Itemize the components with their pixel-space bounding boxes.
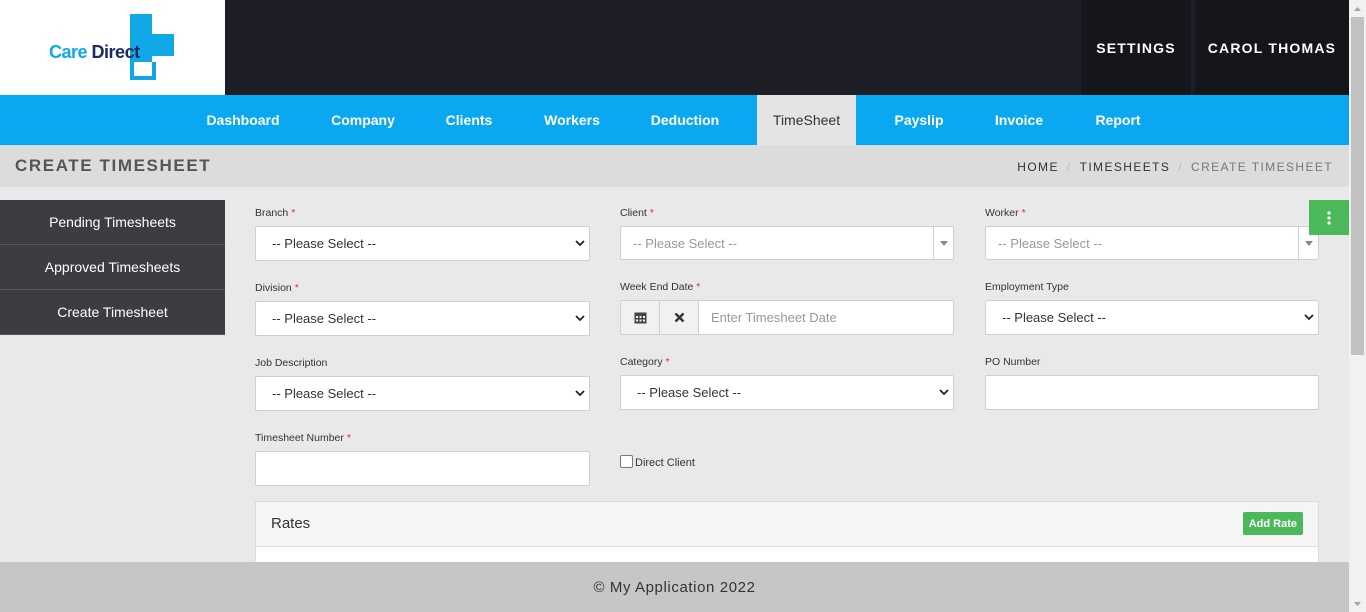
- breadcrumb-separator: /: [1178, 160, 1184, 174]
- settings-label: SETTINGS: [1096, 39, 1176, 56]
- chevron-down-icon: [1304, 314, 1314, 321]
- main-nav: Dashboard Company Clients Workers Deduct…: [0, 95, 1349, 145]
- page-title-bar: CREATE TIMESHEET HOME / TIMESHEETS / CRE…: [0, 145, 1349, 187]
- breadcrumb-separator: /: [1066, 160, 1072, 174]
- top-header: Care Direct SETTINGS CAROL THOMAS: [0, 0, 1349, 95]
- breadcrumb-home[interactable]: HOME: [1017, 160, 1059, 174]
- side-menu: Pending Timesheets Approved Timesheets C…: [0, 200, 225, 335]
- page-title: CREATE TIMESHEET: [15, 156, 212, 175]
- breadcrumb: HOME / TIMESHEETS / CREATE TIMESHEET: [1017, 160, 1333, 174]
- add-rate-button[interactable]: Add Rate: [1242, 512, 1303, 535]
- rates-panel-header: Rates Add Rate: [256, 502, 1318, 547]
- week-end-date-label: Week End Date *: [620, 281, 701, 293]
- job-description-select[interactable]: -- Please Select --: [255, 376, 590, 411]
- nav-company[interactable]: Company: [318, 95, 408, 145]
- footer-copyright: © My Application 2022: [593, 578, 756, 596]
- timesheet-number-label: Timesheet Number *: [255, 432, 351, 444]
- breadcrumb-current: CREATE TIMESHEET: [1191, 160, 1333, 174]
- branch-select[interactable]: -- Please Select --: [255, 226, 590, 261]
- user-menu[interactable]: CAROL THOMAS: [1195, 0, 1349, 95]
- employment-type-select[interactable]: -- Please Select --: [985, 300, 1319, 335]
- side-item-create-timesheet[interactable]: Create Timesheet: [0, 290, 225, 335]
- rates-title: Rates: [271, 515, 311, 532]
- division-label: Division *: [255, 282, 299, 294]
- worker-select[interactable]: -- Please Select --: [985, 226, 1319, 260]
- chevron-down-icon: [575, 240, 585, 247]
- logo-text: Care Direct: [49, 42, 140, 62]
- division-select[interactable]: -- Please Select --: [255, 301, 590, 336]
- calendar-button[interactable]: [620, 300, 660, 335]
- po-number-label: PO Number: [985, 356, 1041, 368]
- chevron-down-icon: [575, 315, 585, 322]
- rates-panel: Rates Add Rate: [255, 501, 1319, 571]
- branch-label: Branch *: [255, 207, 296, 219]
- dropdown-arrow-icon: [933, 227, 953, 259]
- scroll-up-icon[interactable]: [1349, 0, 1366, 17]
- worker-label: Worker *: [985, 207, 1026, 219]
- close-icon: [674, 312, 684, 323]
- job-description-label: Job Description: [255, 357, 328, 369]
- nav-workers[interactable]: Workers: [530, 95, 614, 145]
- timesheet-number-input[interactable]: [255, 451, 590, 486]
- more-options-button[interactable]: [1309, 200, 1349, 235]
- logo[interactable]: Care Direct: [0, 0, 225, 95]
- category-label: Category *: [620, 356, 670, 368]
- nav-deduction[interactable]: Deduction: [638, 95, 732, 145]
- scrollbar-thumb[interactable]: [1351, 17, 1364, 355]
- breadcrumb-timesheets[interactable]: TIMESHEETS: [1080, 160, 1171, 174]
- clear-date-button[interactable]: [659, 300, 699, 335]
- side-item-approved-timesheets[interactable]: Approved Timesheets: [0, 245, 225, 290]
- nav-report[interactable]: Report: [1082, 95, 1154, 145]
- nav-invoice[interactable]: Invoice: [982, 95, 1056, 145]
- nav-clients[interactable]: Clients: [432, 95, 506, 145]
- scroll-down-icon[interactable]: [1349, 595, 1366, 612]
- client-label: Client *: [620, 207, 654, 219]
- po-number-input[interactable]: [985, 375, 1319, 410]
- nav-timesheet[interactable]: TimeSheet: [757, 95, 856, 145]
- direct-client-label: Direct Client: [635, 457, 695, 469]
- page-scrollbar[interactable]: [1349, 0, 1366, 612]
- side-item-pending-timesheets[interactable]: Pending Timesheets: [0, 200, 225, 245]
- user-name-label: CAROL THOMAS: [1207, 39, 1337, 56]
- kebab-menu-icon: [1327, 210, 1331, 225]
- employment-type-label: Employment Type: [985, 281, 1069, 293]
- chevron-down-icon: [575, 390, 585, 397]
- chevron-down-icon: [939, 389, 949, 396]
- calendar-icon: [634, 312, 646, 324]
- nav-dashboard[interactable]: Dashboard: [194, 95, 292, 145]
- week-end-date-input[interactable]: Enter Timesheet Date: [698, 300, 954, 335]
- direct-client-checkbox[interactable]: [620, 454, 633, 468]
- nav-payslip[interactable]: Payslip: [880, 95, 958, 145]
- settings-link[interactable]: SETTINGS: [1081, 0, 1191, 95]
- footer: © My Application 2022: [0, 562, 1349, 612]
- direct-client-option: Direct Client: [620, 453, 695, 469]
- category-select[interactable]: -- Please Select --: [620, 375, 954, 410]
- client-select[interactable]: -- Please Select --: [620, 226, 954, 260]
